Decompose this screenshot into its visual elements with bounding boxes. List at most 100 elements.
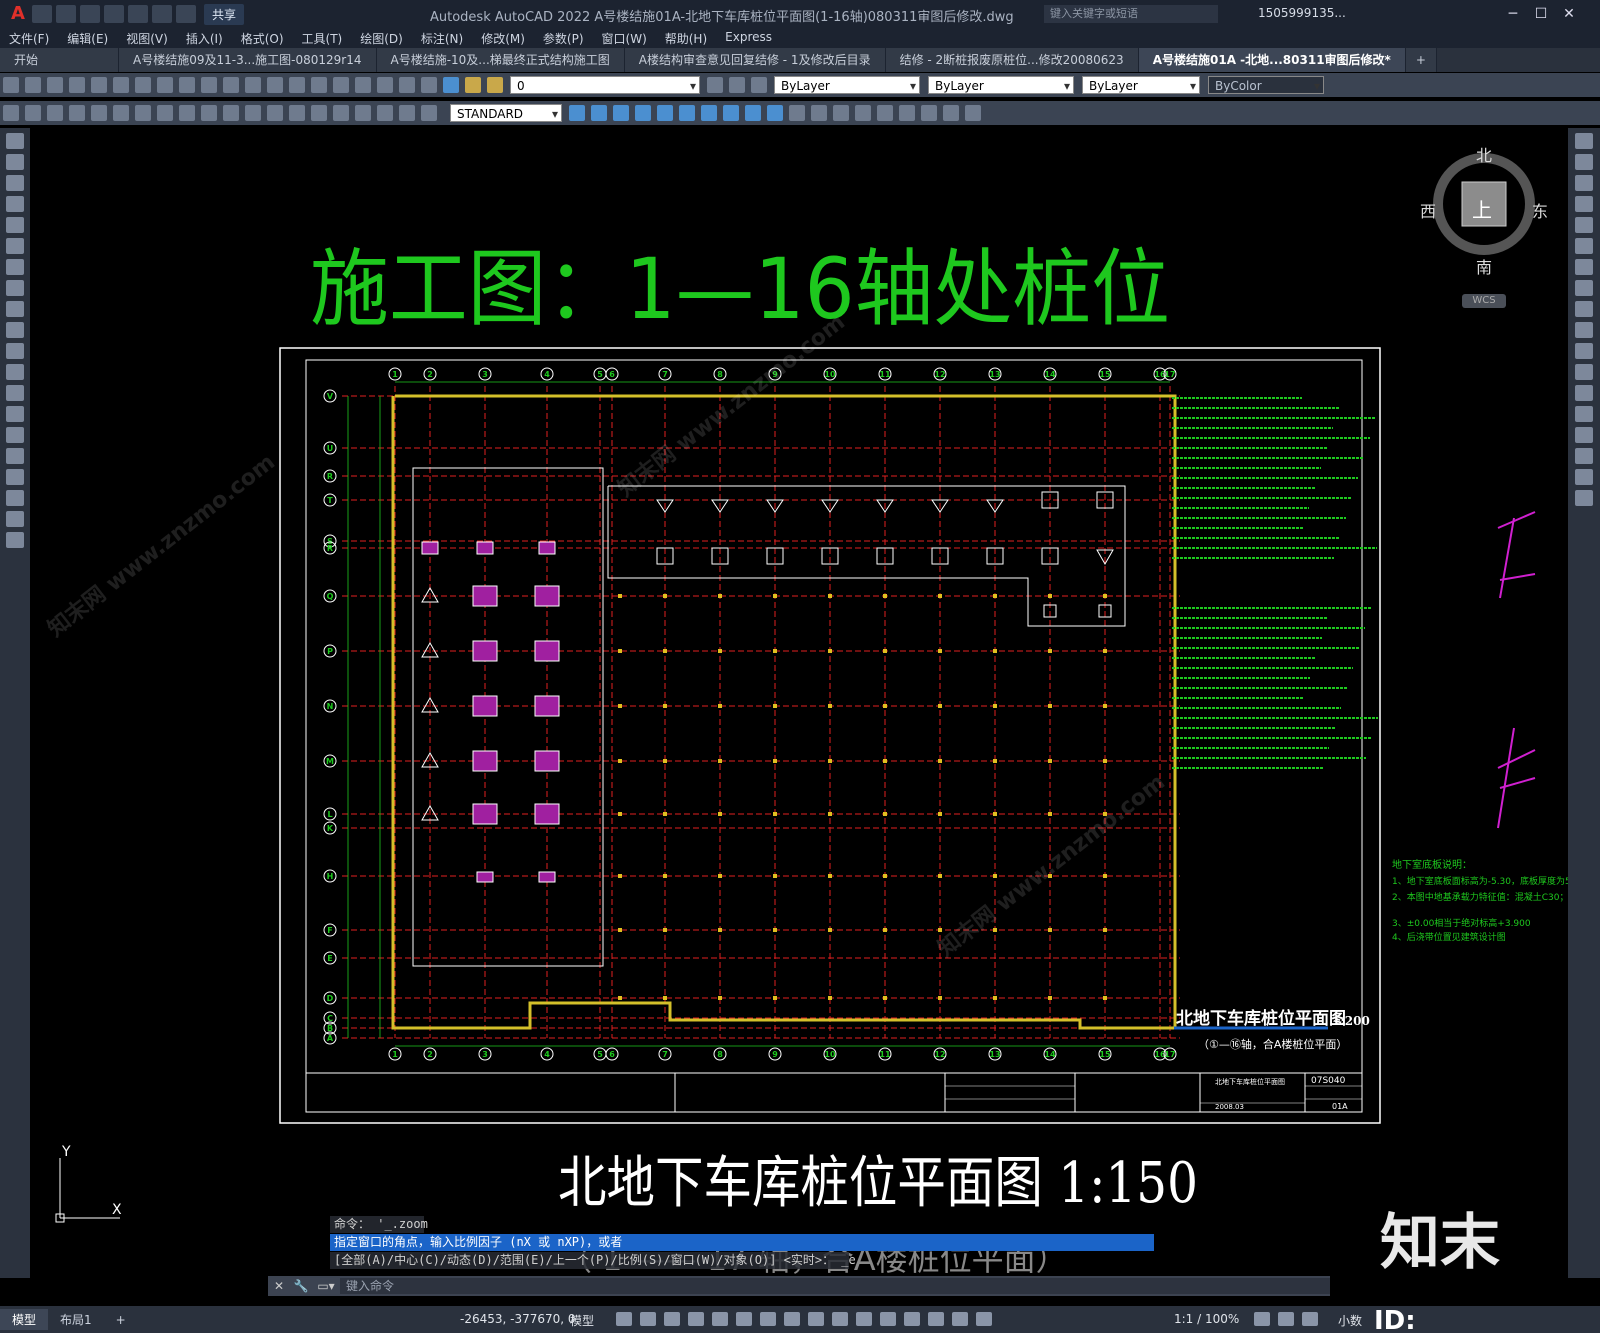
tab-file-4[interactable]: 结修 - 2断桩报废原桩位...修改20080623 (885, 48, 1139, 72)
viewcube-top-face[interactable]: 上 (1472, 194, 1492, 223)
insert-block-icon[interactable] (6, 364, 24, 380)
jogged-linear-icon[interactable] (355, 105, 371, 121)
plotstyle-dropdown[interactable]: ByColor (1208, 76, 1324, 95)
autocad-logo-icon[interactable]: A (6, 3, 30, 25)
layer-dropdown[interactable]: 0 (510, 76, 700, 95)
inspection-icon[interactable] (333, 105, 349, 121)
units-display[interactable]: 小数 (1338, 1312, 1362, 1329)
cut-icon[interactable] (113, 77, 129, 93)
xline-icon[interactable] (6, 154, 24, 170)
drawing-svg[interactable]: 施工图：1—16轴处桩位 112233445566778899101011111… (30, 128, 1568, 1275)
new-icon[interactable] (32, 5, 52, 23)
viewcube[interactable]: 上 北 南 东 西 (1420, 140, 1548, 277)
move-icon[interactable] (1575, 238, 1593, 254)
tab-file-2[interactable]: A号楼结施-10及...梯最终正式结构施工图 (376, 48, 625, 72)
tab-file-1[interactable]: A号楼结施09及11-3...施工图-080129r14 (119, 48, 377, 72)
baseline-dim-icon[interactable] (201, 105, 217, 121)
annotation-scale[interactable]: 1:1 / 100% (1174, 1312, 1239, 1326)
circle-icon[interactable] (6, 259, 24, 275)
fillet-icon[interactable] (1575, 448, 1593, 464)
calc-icon[interactable] (421, 77, 437, 93)
add-layout-icon[interactable]: + (104, 1311, 138, 1329)
ordinate-dim-icon[interactable] (69, 105, 85, 121)
dim-break-icon[interactable] (267, 105, 283, 121)
view-iso3-icon[interactable] (745, 105, 761, 121)
lineweight-dropdown[interactable]: ByLayer (1082, 76, 1200, 95)
pan-icon[interactable] (245, 77, 261, 93)
layer-previous-icon[interactable] (751, 77, 767, 93)
3dosnap-icon[interactable] (856, 1312, 872, 1326)
region-icon[interactable] (6, 469, 24, 485)
saveas-icon[interactable] (104, 5, 124, 23)
layer-manager-icon[interactable] (707, 77, 723, 93)
center-mark-icon[interactable] (311, 105, 327, 121)
mirror-icon[interactable] (1575, 175, 1593, 191)
sheet-set-icon[interactable] (377, 77, 393, 93)
plot-icon[interactable] (128, 5, 148, 23)
menu-edit[interactable]: 编辑(E) (58, 28, 117, 48)
isolate-icon[interactable] (1302, 1312, 1318, 1326)
new-tab-icon[interactable]: + (1405, 48, 1437, 72)
view-back-icon[interactable] (679, 105, 695, 121)
text-style-dropdown[interactable]: STANDARD (450, 104, 562, 123)
close-icon[interactable]: ✕ (1556, 4, 1582, 24)
linear-dim-icon[interactable] (3, 105, 19, 121)
view-front-icon[interactable] (657, 105, 673, 121)
zoom-icon[interactable] (267, 77, 283, 93)
dim-update-icon[interactable] (421, 105, 437, 121)
angular-dim-icon[interactable] (157, 105, 173, 121)
menu-dimension[interactable]: 标注(N) (412, 28, 472, 48)
undo-icon[interactable] (201, 77, 217, 93)
ucs-face-icon[interactable] (943, 105, 959, 121)
properties-icon[interactable] (311, 77, 327, 93)
model-space-toggle[interactable]: 模型 (570, 1312, 594, 1329)
workspace-gear-icon[interactable] (1254, 1312, 1270, 1326)
hidden-icon[interactable] (833, 105, 849, 121)
layer-sun-icon[interactable] (487, 77, 503, 93)
otrack-toggle-icon[interactable] (736, 1312, 752, 1326)
hatch-icon[interactable] (6, 427, 24, 443)
ucs-icon[interactable] (877, 105, 893, 121)
radius-dim-icon[interactable] (91, 105, 107, 121)
design-center-icon[interactable] (333, 77, 349, 93)
extend-icon[interactable] (1575, 343, 1593, 359)
view-iso-icon[interactable] (701, 105, 717, 121)
gradient-icon[interactable] (6, 448, 24, 464)
maximize-icon[interactable]: ☐ (1528, 4, 1554, 24)
copy-object-icon[interactable] (1575, 154, 1593, 170)
dynamic-ucs-icon[interactable] (880, 1312, 896, 1326)
wcs-menu[interactable]: WCS (1462, 294, 1506, 308)
ellipse-arc-icon[interactable] (6, 343, 24, 359)
paste-icon[interactable] (157, 77, 173, 93)
color-dropdown[interactable]: ByLayer (774, 76, 920, 95)
selection-filter-icon[interactable] (904, 1312, 920, 1326)
diameter-dim-icon[interactable] (135, 105, 151, 121)
realistic-icon[interactable] (855, 105, 871, 121)
scale-icon[interactable] (1575, 280, 1593, 296)
lineweight-toggle-icon[interactable] (784, 1312, 800, 1326)
wireframe-icon[interactable] (811, 105, 827, 121)
chamfer-icon[interactable] (1575, 427, 1593, 443)
explode-icon[interactable] (1575, 490, 1593, 506)
osnap-toggle-icon[interactable] (760, 1312, 776, 1326)
save-icon[interactable] (47, 77, 63, 93)
transparency-toggle-icon[interactable] (808, 1312, 824, 1326)
make-current-icon[interactable] (729, 77, 745, 93)
menu-draw[interactable]: 绘图(D) (351, 28, 412, 48)
point-icon[interactable] (6, 406, 24, 422)
polar-toggle-icon[interactable] (688, 1312, 704, 1326)
help-icon[interactable] (443, 77, 459, 93)
offset-icon[interactable] (1575, 196, 1593, 212)
view-top-icon[interactable] (569, 105, 585, 121)
dim-edit-icon[interactable] (377, 105, 393, 121)
tool-palette-icon[interactable] (355, 77, 371, 93)
join-icon[interactable] (1575, 406, 1593, 422)
linetype-dropdown[interactable]: ByLayer (928, 76, 1074, 95)
tolerance-icon[interactable] (289, 105, 305, 121)
ucs-prev-icon[interactable] (921, 105, 937, 121)
array-icon[interactable] (1575, 217, 1593, 233)
snap-toggle-icon[interactable] (640, 1312, 656, 1326)
arc-icon[interactable] (6, 238, 24, 254)
open-icon[interactable] (56, 5, 76, 23)
drawing-canvas[interactable]: 施工图：1—16轴处桩位 1 1 2 2 3 3 4 4 5 5 6 6 7 7 8 8 9 9 10 10 11 11 1… (30, 128, 1568, 1275)
